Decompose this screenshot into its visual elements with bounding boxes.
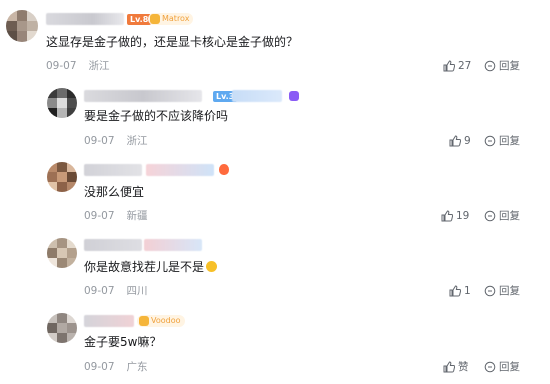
comment-meta: 09-07 四川 <box>84 284 148 298</box>
reply-bubble-icon <box>484 285 496 297</box>
comment-text-body: 你是故意找茬儿是不是 <box>84 260 205 274</box>
fire-icon <box>219 164 229 175</box>
comment-meta: 09-07 广东 <box>84 360 148 374</box>
comment-date: 09-07 <box>84 135 115 147</box>
comment-text: 你是故意找茬儿是不是 <box>84 259 218 275</box>
medal-label: Matrox <box>162 14 190 23</box>
emoji-icon <box>206 261 218 272</box>
reply-item: 你是故意找茬儿是不是 09-07 四川 1 回复 <box>0 228 550 304</box>
vip-badge-icon <box>289 91 299 101</box>
like-button[interactable]: 赞 <box>443 360 469 374</box>
thumbs-up-icon <box>443 60 455 72</box>
comment-item: Lv.8 Matrox 这显存是金子做的，还是显卡核心是金子做的？ 09-07 浙… <box>0 0 550 78</box>
like-count: 27 <box>458 60 472 72</box>
comment-meta: 09-07 浙江 <box>84 134 148 148</box>
like-button[interactable]: 27 <box>443 59 471 73</box>
reply-item: Lv.3 要是金子做的不应该降价吗 09-07 浙江 9 回复 <box>0 78 550 152</box>
fan-medal[interactable]: Matrox <box>148 13 194 25</box>
avatar[interactable] <box>47 162 77 192</box>
fan-medal-blurred[interactable] <box>146 164 214 176</box>
like-count: 1 <box>464 285 471 297</box>
reply-item: 没那么便宜 09-07 新疆 19 回复 <box>0 152 550 228</box>
like-count: 9 <box>464 135 471 147</box>
thumbs-up-icon <box>449 135 461 147</box>
comment-text: 没那么便宜 <box>84 185 145 199</box>
reply-label: 回复 <box>499 361 520 373</box>
reply-item: Voodoo 金子要5w嘛？ 09-07 广东 赞 回复 <box>0 304 550 384</box>
like-count: 19 <box>456 210 470 222</box>
comment-meta: 09-07 新疆 <box>84 209 148 223</box>
reply-bubble-icon <box>484 60 496 72</box>
reply-label: 回复 <box>499 135 520 147</box>
like-button[interactable]: 9 <box>449 134 471 148</box>
username[interactable] <box>84 90 202 102</box>
avatar[interactable] <box>47 238 77 268</box>
comment-text: 要是金子做的不应该降价吗 <box>84 109 229 123</box>
reply-bubble-icon <box>484 135 496 147</box>
reply-button[interactable]: 回复 <box>484 59 520 73</box>
username[interactable] <box>84 239 142 251</box>
comment-date: 09-07 <box>84 210 115 222</box>
comment-date: 09-07 <box>84 361 115 373</box>
reply-button[interactable]: 回复 <box>484 134 520 148</box>
comment-date: 09-07 <box>84 285 115 297</box>
comment-location: 浙江 <box>88 60 110 72</box>
avatar[interactable] <box>47 313 77 343</box>
comment-date: 09-07 <box>46 60 77 72</box>
thumbs-up-icon <box>443 361 455 373</box>
fan-medal-blurred[interactable] <box>232 90 282 102</box>
medal-gem-icon <box>150 14 160 24</box>
reply-label: 回复 <box>499 60 520 72</box>
reply-button[interactable]: 回复 <box>484 284 520 298</box>
comment-location: 广东 <box>126 361 148 373</box>
like-button[interactable]: 19 <box>441 209 469 223</box>
reply-bubble-icon <box>484 210 496 222</box>
comment-location: 新疆 <box>126 210 148 222</box>
comment-location: 四川 <box>126 285 148 297</box>
reply-bubble-icon <box>484 361 496 373</box>
medal-label: Voodoo <box>151 316 181 325</box>
like-label: 赞 <box>458 361 469 373</box>
username[interactable] <box>84 164 142 176</box>
reply-button[interactable]: 回复 <box>484 209 520 223</box>
fan-medal[interactable]: Voodoo <box>137 315 185 327</box>
comment-text: 金子要5w嘛？ <box>84 335 162 349</box>
fan-medal-blurred[interactable] <box>144 239 202 251</box>
thumbs-up-icon <box>449 285 461 297</box>
avatar[interactable] <box>47 88 77 118</box>
comment-text: 这显存是金子做的，还是显卡核心是金子做的？ <box>46 35 299 49</box>
reply-label: 回复 <box>499 210 520 222</box>
thumbs-up-icon <box>441 210 453 222</box>
medal-gem-icon <box>139 316 149 326</box>
comment-meta: 09-07 浙江 <box>46 59 110 73</box>
username[interactable] <box>46 13 124 25</box>
like-button[interactable]: 1 <box>449 284 471 298</box>
comment-location: 浙江 <box>126 135 148 147</box>
reply-button[interactable]: 回复 <box>484 360 520 374</box>
reply-label: 回复 <box>499 285 520 297</box>
username[interactable] <box>84 315 134 327</box>
avatar[interactable] <box>6 10 38 42</box>
